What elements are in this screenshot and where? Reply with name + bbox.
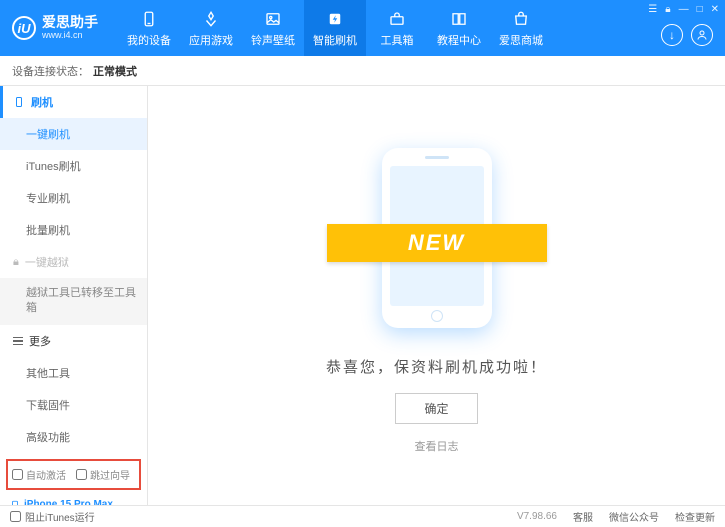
nav-smart-flash[interactable]: 智能刷机 xyxy=(304,0,366,56)
tutorial-icon xyxy=(449,9,469,29)
wechat-link[interactable]: 微信公众号 xyxy=(609,509,659,524)
sidebar-item-itunes[interactable]: iTunes刷机 xyxy=(0,150,147,182)
toolbox-icon xyxy=(387,9,407,29)
phone-icon xyxy=(139,9,159,29)
success-message: 恭喜您，保资料刷机成功啦！ xyxy=(326,356,547,377)
logo-icon: iU xyxy=(12,16,36,40)
nav-tutorials[interactable]: 教程中心 xyxy=(428,0,490,56)
sidebar-section-flash[interactable]: 刷机 xyxy=(0,86,147,118)
store-icon xyxy=(511,9,531,29)
menu-icon[interactable]: ☰ xyxy=(648,4,657,15)
nav-ringtones[interactable]: 铃声壁纸 xyxy=(242,0,304,56)
device-icon xyxy=(10,498,20,505)
app-url: www.i4.cn xyxy=(42,31,98,41)
sidebar-item-jailbreak-note[interactable]: 越狱工具已转移至工具箱 xyxy=(0,278,147,325)
hamburger-icon xyxy=(13,337,23,346)
new-ribbon: NEW xyxy=(327,224,547,262)
nav-apps-games[interactable]: 应用游戏 xyxy=(180,0,242,56)
lock-small-icon: 🔒︎ xyxy=(13,256,19,269)
sidebar-section-more[interactable]: 更多 xyxy=(0,325,147,357)
sidebar-item-other-tools[interactable]: 其他工具 xyxy=(0,357,147,389)
lock-icon[interactable]: 🔒︎ xyxy=(665,4,670,15)
minimize-icon[interactable]: — xyxy=(679,4,689,15)
sidebar: 刷机 一键刷机 iTunes刷机 专业刷机 批量刷机 🔒︎ 一键越狱 越狱工具已… xyxy=(0,86,148,505)
app-header: iU 爱思助手 www.i4.cn 我的设备 应用游戏 铃声壁纸 智能刷机 工具… xyxy=(0,0,725,56)
view-log-link[interactable]: 查看日志 xyxy=(415,438,459,454)
main-nav: 我的设备 应用游戏 铃声壁纸 智能刷机 工具箱 教程中心 爱思商城 xyxy=(118,0,552,56)
flash-icon xyxy=(325,9,345,29)
footer: 阻止iTunes运行 V7.98.66 客服 微信公众号 检查更新 xyxy=(0,505,725,527)
nav-my-device[interactable]: 我的设备 xyxy=(118,0,180,56)
ok-button[interactable]: 确定 xyxy=(395,393,477,424)
sidebar-item-batch[interactable]: 批量刷机 xyxy=(0,214,147,246)
sidebar-item-onekey[interactable]: 一键刷机 xyxy=(0,118,147,150)
device-info[interactable]: iPhone 15 Pro Max 512GB iPhone xyxy=(0,492,147,505)
skip-setup-checkbox[interactable]: 跳过向导 xyxy=(76,467,130,482)
close-icon[interactable]: ✕ xyxy=(711,4,719,15)
maximize-icon[interactable]: □ xyxy=(697,4,703,15)
phone-small-icon xyxy=(13,96,25,108)
sidebar-item-pro[interactable]: 专业刷机 xyxy=(0,182,147,214)
block-itunes-checkbox[interactable]: 阻止iTunes运行 xyxy=(10,509,95,524)
auto-activate-checkbox[interactable]: 自动激活 xyxy=(12,467,66,482)
logo-area[interactable]: iU 爱思助手 www.i4.cn xyxy=(0,15,110,40)
status-value: 正常模式 xyxy=(93,63,137,79)
apps-icon xyxy=(201,9,221,29)
image-icon xyxy=(263,9,283,29)
nav-store[interactable]: 爱思商城 xyxy=(490,0,552,56)
sidebar-section-jailbreak[interactable]: 🔒︎ 一键越狱 xyxy=(0,246,147,278)
download-icon[interactable]: ↓ xyxy=(661,24,683,46)
user-icons: ↓ xyxy=(661,24,713,46)
status-bar: 设备连接状态： 正常模式 xyxy=(0,56,725,86)
device-name: iPhone 15 Pro Max xyxy=(10,498,137,505)
support-link[interactable]: 客服 xyxy=(573,509,593,524)
status-label: 设备连接状态： xyxy=(12,63,89,79)
version-label: V7.98.66 xyxy=(517,511,557,522)
sidebar-item-advanced[interactable]: 高级功能 xyxy=(0,421,147,453)
user-icon[interactable] xyxy=(691,24,713,46)
main-content: NEW 恭喜您，保资料刷机成功啦！ 确定 查看日志 xyxy=(148,86,725,505)
app-title: 爱思助手 xyxy=(42,15,98,30)
success-illustration: NEW xyxy=(347,138,527,338)
nav-toolbox[interactable]: 工具箱 xyxy=(366,0,428,56)
checkbox-highlight-area: 自动激活 跳过向导 xyxy=(6,459,141,490)
check-update-link[interactable]: 检查更新 xyxy=(675,509,715,524)
window-controls: ☰ 🔒︎ — □ ✕ xyxy=(648,4,719,15)
sidebar-item-download-fw[interactable]: 下载固件 xyxy=(0,389,147,421)
